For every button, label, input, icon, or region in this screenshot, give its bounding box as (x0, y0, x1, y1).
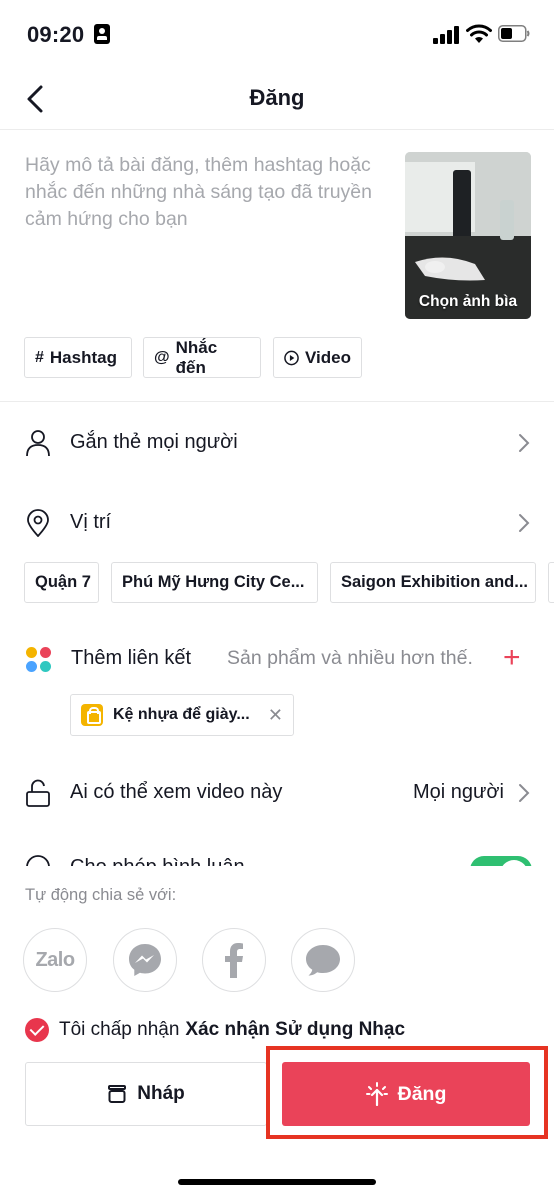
top-nav: Đăng (0, 70, 554, 130)
add-link-row[interactable]: Thêm liên kết Sản phẩm và nhiều hơn thế.… (0, 637, 554, 681)
cover-label: Chọn ảnh bìa (418, 293, 518, 310)
draft-icon (108, 1085, 127, 1103)
messages-share-button[interactable] (291, 928, 355, 992)
messages-icon (306, 945, 340, 976)
product-label: Kệ nhựa để giày... (113, 706, 250, 723)
location-pin-icon (27, 509, 49, 537)
caption-input[interactable]: Hãy mô tả bài đăng, thêm hashtag hoặc nh… (25, 152, 390, 233)
music-agreement[interactable]: Tôi chấp nhận Xác nhận Sử dụng Nhạc (25, 1016, 405, 1044)
messenger-share-button[interactable] (113, 928, 177, 992)
mention-chip[interactable]: @ Nhắc đến (143, 337, 261, 378)
chevron-right-icon (519, 784, 530, 802)
privacy-label: Ai có thể xem video này (70, 781, 283, 803)
play-circle-icon (284, 350, 299, 365)
privacy-row[interactable]: Ai có thể xem video này Mọi người (0, 771, 554, 815)
cover-picker[interactable]: Chọn ảnh bìa (405, 152, 531, 319)
home-indicator (178, 1179, 376, 1185)
contact-card-icon (94, 24, 110, 44)
post-button[interactable]: Đăng (282, 1062, 530, 1126)
facebook-icon (225, 943, 243, 978)
add-link-hint: Sản phẩm và nhiều hơn thế. (227, 647, 473, 669)
product-chip[interactable]: Kệ nhựa để giày... ✕ (70, 694, 294, 736)
battery-icon (498, 25, 530, 42)
share-title: Tự động chia sẻ với: (25, 886, 177, 904)
draft-label: Nháp (137, 1083, 185, 1104)
tag-people-row[interactable]: Gắn thẻ mọi người (0, 421, 554, 465)
status-bar: 09:20 (0, 0, 554, 70)
post-label: Đăng (397, 1082, 447, 1105)
at-icon: @ (154, 348, 170, 366)
messenger-icon (129, 944, 161, 976)
hashtag-label: Hashtag (49, 347, 117, 367)
video-label: Video (305, 347, 351, 367)
plus-icon[interactable]: + (503, 641, 521, 675)
draft-button[interactable]: Nháp (25, 1062, 267, 1126)
checkbox-checked-icon[interactable] (25, 1018, 49, 1042)
add-link-label: Thêm liên kết (71, 647, 192, 669)
location-label: Vị trí (70, 511, 112, 533)
cellular-signal-icon (433, 26, 459, 44)
person-icon (26, 430, 50, 457)
hash-icon: # (35, 348, 44, 366)
agreement-prefix: Tôi chấp nhận (59, 1019, 180, 1040)
video-chip[interactable]: Video (273, 337, 362, 378)
privacy-value: Mọi người (413, 781, 504, 803)
facebook-share-button[interactable] (202, 928, 266, 992)
comment-icon (26, 855, 50, 866)
wifi-icon (466, 24, 492, 43)
divider (0, 401, 554, 402)
status-time: 09:20 (27, 22, 85, 47)
close-icon[interactable]: ✕ (268, 705, 283, 726)
location-suggestion[interactable]: Quận 7 (24, 562, 99, 603)
location-suggestion[interactable]: Saigon Exhibition and... (330, 562, 536, 603)
share-panel: Tự động chia sẻ với: Zalo Tôi chấp nhận … (0, 866, 554, 1200)
chevron-right-icon (519, 514, 530, 532)
page-title: Đăng (249, 85, 305, 110)
zalo-icon: Zalo (35, 948, 75, 971)
tag-people-label: Gắn thẻ mọi người (70, 431, 238, 453)
chevron-right-icon (519, 434, 530, 452)
location-suggestion-partial[interactable] (548, 562, 554, 603)
location-suggestion[interactable]: Phú Mỹ Hưng City Ce... (111, 562, 318, 603)
shopping-bag-icon (81, 704, 103, 726)
zalo-share-button[interactable]: Zalo (23, 928, 87, 992)
post-sparkle-icon (365, 1082, 388, 1106)
agreement-link[interactable]: Xác nhận Sử dụng Nhạc (185, 1019, 405, 1041)
comments-label: Cho phép bình luận (70, 856, 245, 866)
unlock-icon (26, 779, 50, 807)
hashtag-chip[interactable]: # Hashtag (24, 337, 132, 378)
mention-label: Nhắc đến (175, 337, 218, 377)
location-row[interactable]: Vị trí (0, 501, 554, 545)
